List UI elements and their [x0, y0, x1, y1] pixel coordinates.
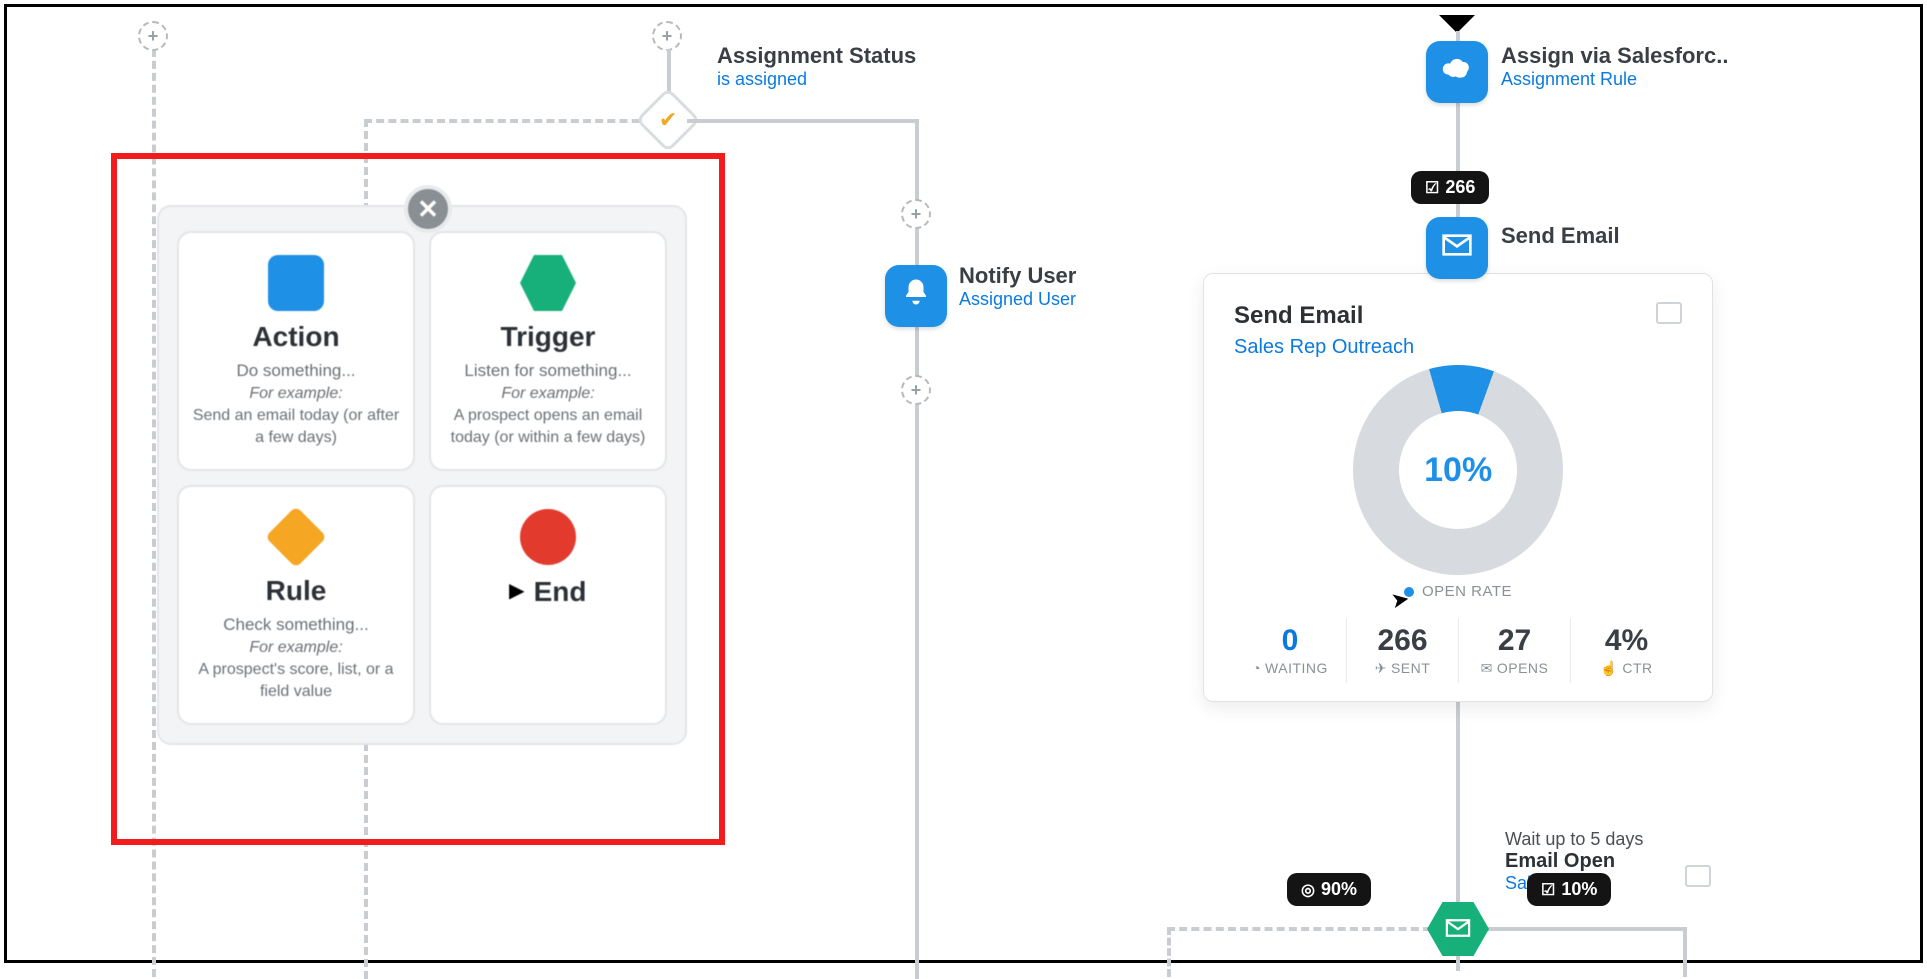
donut-legend: OPEN RATE	[1404, 583, 1512, 600]
add-step-button[interactable]: +	[901, 199, 931, 229]
decision-title: Assignment Status	[717, 43, 916, 69]
mail-open-icon: ✉	[1481, 660, 1493, 676]
assign-label: Assign via Salesforc.. Assignment Rule	[1501, 43, 1728, 90]
add-step-button[interactable]: +	[901, 375, 931, 405]
notify-label: Notify User Assigned User	[959, 263, 1076, 310]
connector	[915, 119, 919, 979]
envelope-icon	[1444, 913, 1472, 945]
metric-label: SENT	[1391, 660, 1430, 676]
action-node-send-email[interactable]	[1426, 217, 1488, 279]
metric-label: OPENS	[1497, 660, 1549, 676]
metric-value: 266	[1351, 624, 1454, 658]
report-sub: Sales Rep Outreach	[1234, 336, 1682, 359]
wait-line1: Wait up to 5 days	[1505, 829, 1643, 850]
send-email-title: Send Email	[1501, 223, 1620, 249]
connector-dashed	[364, 119, 664, 123]
metric-waiting: 0 ◔WAITING	[1234, 618, 1346, 683]
checkbox-icon: ☑	[1541, 880, 1555, 900]
branch-value: 90%	[1321, 879, 1357, 900]
image-placeholder-icon	[1656, 302, 1682, 324]
report-title: Send Email	[1234, 302, 1682, 330]
branch-badge-left: ◎ 90%	[1287, 873, 1371, 906]
branch-value: 10%	[1561, 879, 1597, 900]
metric-label: WAITING	[1265, 660, 1328, 676]
image-placeholder-icon	[1685, 865, 1711, 887]
assign-title: Assign via Salesforc..	[1501, 43, 1728, 69]
metric-opens: 27 ✉OPENS	[1458, 618, 1570, 683]
email-report-popover[interactable]: Send Email Sales Rep Outreach 10% OPEN R…	[1203, 273, 1713, 702]
decision-sub: is assigned	[717, 69, 916, 90]
metric-value: 0	[1238, 624, 1342, 658]
branch-badge-right: ☑ 10%	[1527, 873, 1611, 906]
action-node-notify-user[interactable]	[885, 265, 947, 327]
donut-chart: 10%	[1328, 340, 1588, 600]
connector	[687, 119, 917, 123]
click-icon: ☝	[1600, 660, 1618, 676]
add-step-button[interactable]: +	[652, 21, 682, 51]
metric-ctr: 4% ☝CTR	[1570, 618, 1682, 683]
metric-label: CTR	[1622, 660, 1652, 676]
clock-icon: ◔	[1252, 660, 1261, 676]
target-icon: ◎	[1301, 880, 1315, 900]
bell-icon	[901, 277, 931, 315]
envelope-icon	[1441, 231, 1473, 265]
count-value: 266	[1445, 177, 1475, 198]
trigger-node-email-open[interactable]	[1427, 902, 1489, 956]
metric-value: 4%	[1575, 624, 1678, 658]
metric-sent: 266 ✈SENT	[1346, 618, 1458, 683]
open-rate-donut: 10% OPEN RATE	[1234, 365, 1682, 600]
send-email-label: Send Email	[1501, 223, 1620, 249]
notify-sub: Assigned User	[959, 289, 1076, 310]
send-icon: ✈	[1375, 660, 1387, 676]
decision-label: Assignment Status is assigned	[717, 43, 916, 90]
salesforce-cloud-icon	[1440, 55, 1474, 89]
check-icon: ✔	[659, 107, 677, 133]
highlight-rectangle	[111, 153, 725, 845]
connector-dashed	[1167, 927, 1171, 977]
wait-line2: Email Open	[1505, 850, 1643, 873]
connector	[1485, 927, 1685, 931]
checkbox-icon: ☑	[1425, 178, 1439, 198]
count-badge-sent: ☑ 266	[1411, 171, 1489, 204]
donut-value: 10%	[1424, 451, 1492, 490]
connector	[1683, 927, 1687, 977]
action-node-assign-salesforce[interactable]	[1426, 41, 1488, 103]
legend-label: OPEN RATE	[1422, 583, 1512, 600]
assign-sub: Assignment Rule	[1501, 69, 1728, 90]
connector-dashed	[1167, 927, 1431, 931]
metric-value: 27	[1463, 624, 1566, 658]
flow-canvas[interactable]: { "decision": { "title": "Assignment Sta…	[7, 7, 1920, 960]
metrics-row: 0 ◔WAITING 266 ✈SENT 27 ✉OPENS 4% ☝CTR	[1234, 618, 1682, 683]
add-step-button[interactable]: +	[138, 21, 168, 51]
notify-title: Notify User	[959, 263, 1076, 289]
